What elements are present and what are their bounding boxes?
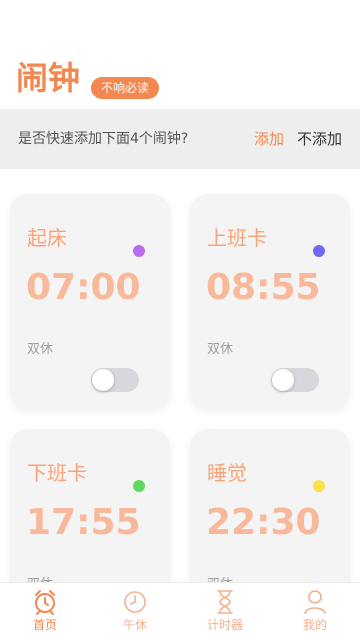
quick-add-prompt: 是否快速添加下面4个闹钟? [18,131,189,147]
alarm-toggle[interactable] [91,368,139,392]
bottom-tab-bar: 首页 午休 计时器 我的 [0,582,360,640]
clock-icon [124,591,146,613]
alarm-repeat: 双休 [27,575,53,582]
alarm-color-dot [313,480,325,492]
alarm-time: 08:55 [206,267,321,308]
alarm-clock-icon [35,590,55,615]
page-title: 闹钟 [16,59,81,97]
toggle-knob [272,369,294,391]
alarm-card[interactable]: 下班卡 17:55 双休 [10,429,170,582]
alarm-grid: 起床 07:00 双休 上班卡 08:55 双休 下班卡 17:55 双休 睡觉… [0,170,360,582]
tab-label: 我的 [302,618,327,632]
alarm-card[interactable]: 睡觉 22:30 双休 [190,429,350,582]
tab-timer[interactable]: 计时器 [180,583,270,640]
skip-button[interactable]: 不添加 [297,109,342,169]
add-button[interactable]: 添加 [254,109,284,169]
person-icon [304,590,326,615]
alarm-name: 起床 [27,226,67,250]
tab-label: 午休 [122,618,147,632]
alarm-name: 上班卡 [207,226,267,250]
alarm-card[interactable]: 起床 07:00 双休 [10,194,170,410]
alarm-repeat: 双休 [27,342,54,357]
alarm-time: 17:55 [26,502,141,543]
alarm-time: 22:30 [206,502,321,543]
alarm-card[interactable]: 上班卡 08:55 双休 [190,194,350,410]
toggle-knob [92,369,114,391]
tab-nap[interactable]: 午休 [90,583,180,640]
alarm-toggle[interactable] [271,368,319,392]
alarm-repeat: 双休 [207,575,233,582]
alarm-color-dot [133,245,145,257]
alarm-name: 睡觉 [207,461,247,485]
alarm-time: 07:00 [26,267,141,308]
tab-profile[interactable]: 我的 [270,583,360,640]
header: 闹钟 不响必读 [0,0,360,108]
quick-add-bar: 是否快速添加下面4个闹钟? 添加 不添加 [0,109,360,169]
notice-badge[interactable]: 不响必读 [91,77,160,99]
hourglass-icon [217,590,233,614]
tab-label: 计时器 [206,618,243,632]
tab-label: 首页 [32,618,57,632]
tab-home[interactable]: 首页 [0,583,90,640]
alarm-color-dot [313,245,325,257]
alarm-repeat: 双休 [207,342,234,357]
alarm-name: 下班卡 [27,461,87,485]
alarm-color-dot [133,480,145,492]
